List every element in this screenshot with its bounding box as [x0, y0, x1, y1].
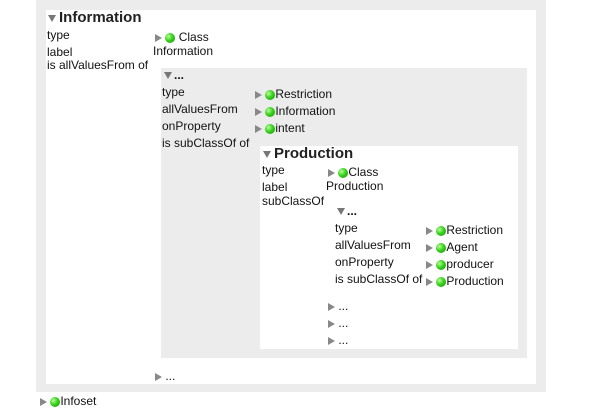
- blank1-allvaluesfrom-link[interactable]: Information: [275, 104, 335, 118]
- info-collapsed-item[interactable]: ...: [155, 368, 175, 384]
- info-type-link[interactable]: Class: [179, 30, 209, 44]
- blank1-prop-type: type: [162, 85, 185, 99]
- class-node-icon: [265, 89, 276, 100]
- infoset-link[interactable]: Infoset: [60, 394, 96, 408]
- blank2-allvaluesfrom-link[interactable]: Agent: [446, 240, 477, 254]
- collapsed-label[interactable]: ...: [165, 369, 175, 383]
- expand-triangle-icon[interactable]: [155, 372, 162, 381]
- blank2-type-value[interactable]: Restriction: [426, 222, 503, 238]
- collapse-triangle-icon[interactable]: [48, 15, 56, 23]
- blank2-prop-allvaluesfrom: allValuesFrom: [335, 238, 411, 252]
- info-prop-allvaluesfrom: is allValuesFrom of: [47, 58, 149, 72]
- blank2-type-link[interactable]: Restriction: [446, 223, 503, 237]
- production-prop-subclassof: subClassOf: [262, 194, 325, 208]
- blank1-prop-onproperty: onProperty: [162, 119, 221, 133]
- class-node-icon: [338, 167, 349, 178]
- info-prop-type: type: [47, 28, 70, 42]
- blank-node-title: ...: [174, 68, 185, 82]
- production-label-value: Production: [326, 179, 384, 193]
- expand-triangle-icon[interactable]: [255, 90, 262, 99]
- blank1-type-link[interactable]: Restriction: [275, 87, 332, 101]
- property-node-icon: [436, 259, 447, 270]
- class-node-icon: [436, 242, 447, 253]
- class-node-icon: [436, 276, 447, 287]
- property-node-icon: [265, 123, 276, 134]
- blank-node-header[interactable]: ...: [164, 68, 184, 82]
- expand-triangle-icon[interactable]: [255, 124, 262, 133]
- expand-triangle-icon[interactable]: [328, 319, 335, 328]
- expand-triangle-icon[interactable]: [426, 226, 433, 235]
- production-prop-type: type: [262, 163, 285, 177]
- blank2-prop-type: type: [335, 221, 358, 235]
- collapse-triangle-icon[interactable]: [164, 72, 172, 80]
- class-node-icon: [265, 106, 276, 117]
- information-header[interactable]: Information: [48, 9, 142, 26]
- expand-triangle-icon[interactable]: [328, 302, 335, 311]
- blank1-prop-allvaluesfrom: allValuesFrom: [162, 102, 238, 116]
- class-node-icon: [436, 225, 447, 236]
- blank2-allvaluesfrom-value[interactable]: Agent: [426, 239, 478, 255]
- expand-triangle-icon[interactable]: [426, 277, 433, 286]
- blank1-prop-subclassof-of: is subClassOf of: [162, 136, 250, 150]
- blank1-allvaluesfrom-value[interactable]: Information: [255, 103, 335, 119]
- class-node-icon: [50, 396, 61, 407]
- production-collapsed-item[interactable]: ...: [328, 315, 348, 331]
- info-label-value: Information: [153, 44, 214, 58]
- information-title: Information: [59, 9, 142, 26]
- production-type-link[interactable]: Class: [348, 165, 378, 179]
- blank2-onproperty-link[interactable]: producer: [446, 257, 493, 271]
- blank2-prop-onproperty: onProperty: [335, 255, 394, 269]
- expand-triangle-icon[interactable]: [328, 336, 335, 345]
- expand-triangle-icon[interactable]: [40, 397, 47, 406]
- class-node-icon: [165, 32, 176, 43]
- infoset-item[interactable]: Infoset: [40, 393, 96, 409]
- production-header[interactable]: Production: [263, 145, 353, 162]
- expand-triangle-icon[interactable]: [255, 107, 262, 116]
- collapse-triangle-icon[interactable]: [337, 208, 345, 216]
- production-collapsed-item[interactable]: ...: [328, 298, 348, 314]
- blank-node2-header[interactable]: ...: [337, 204, 357, 218]
- collapsed-label[interactable]: ...: [338, 316, 348, 330]
- production-collapsed-item[interactable]: ...: [328, 332, 348, 348]
- collapsed-label[interactable]: ...: [338, 299, 348, 313]
- production-title: Production: [274, 145, 354, 162]
- expand-triangle-icon[interactable]: [328, 168, 335, 177]
- blank1-onproperty-link[interactable]: intent: [275, 121, 304, 135]
- blank2-prop-subclassof-of: is subClassOf of: [335, 272, 423, 286]
- expand-triangle-icon[interactable]: [426, 243, 433, 252]
- blank-node2-title: ...: [347, 204, 358, 218]
- blank2-onproperty-value[interactable]: producer: [426, 256, 494, 272]
- collapse-triangle-icon[interactable]: [263, 151, 271, 159]
- expand-triangle-icon[interactable]: [426, 260, 433, 269]
- blank1-type-value[interactable]: Restriction: [255, 86, 332, 102]
- blank2-subclassof-value[interactable]: Production: [426, 273, 504, 289]
- expand-triangle-icon[interactable]: [155, 33, 162, 42]
- blank1-onproperty-value[interactable]: intent: [255, 120, 305, 136]
- collapsed-label[interactable]: ...: [338, 333, 348, 347]
- blank2-subclassof-link[interactable]: Production: [446, 274, 503, 288]
